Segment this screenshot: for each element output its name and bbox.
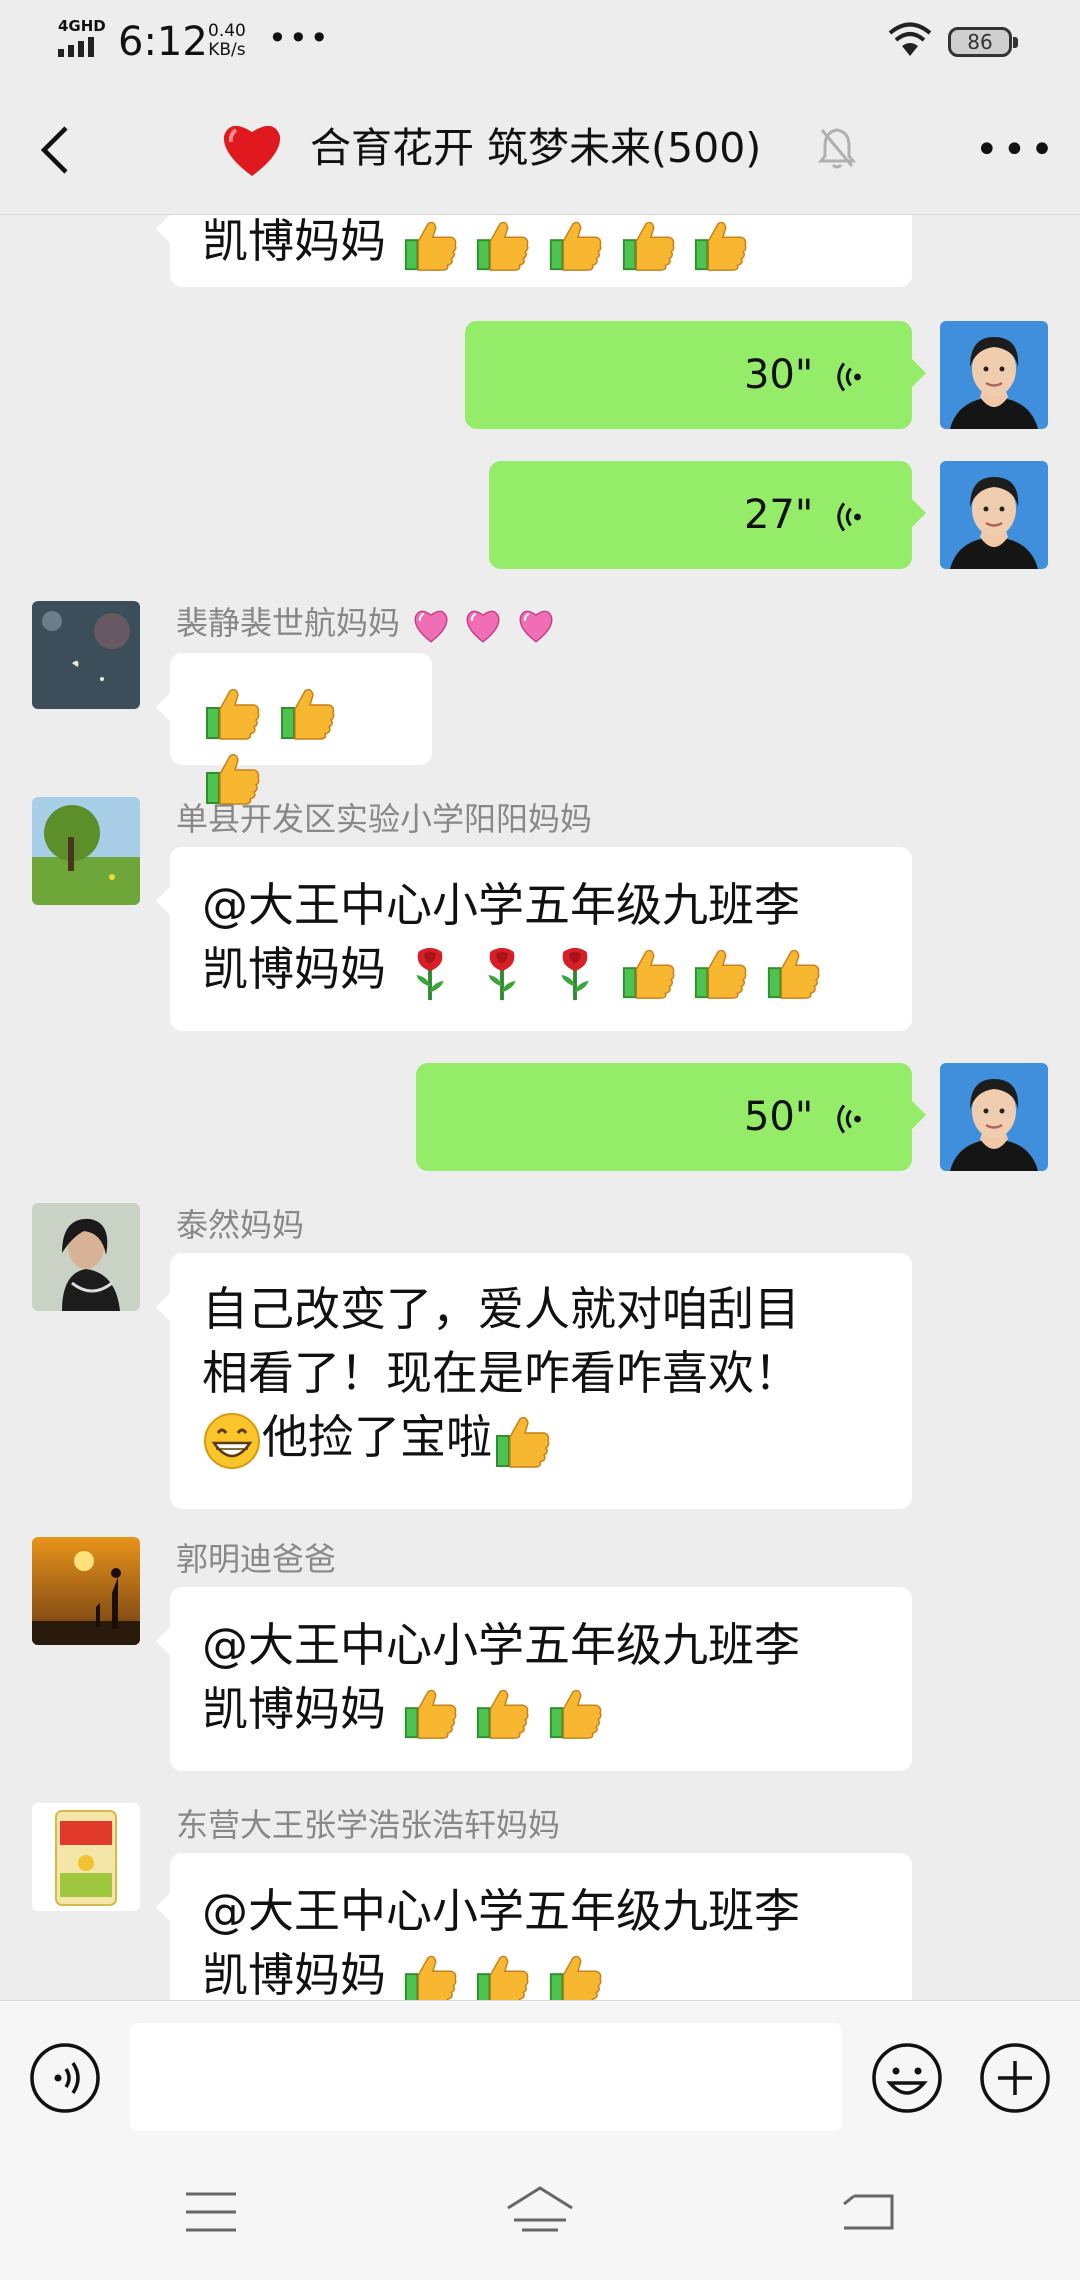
avatar[interactable] [32, 1803, 140, 1911]
heart-icon [223, 125, 281, 176]
thumbs-up-icon [546, 1684, 604, 1742]
voice-wave-icon [832, 1099, 866, 1139]
message-input[interactable] [130, 2023, 842, 2131]
message-text-line: @大王中心小学五年级九班李 [202, 878, 800, 932]
voice-message[interactable]: 50" [416, 1063, 926, 1171]
net-speed: 0.40 KB/s [208, 22, 246, 60]
chat-header: 合育花开 筑梦未来(500) ••• [0, 86, 1080, 215]
sparkling-heart-icon [462, 604, 504, 646]
heart-ribbon-icon [410, 604, 452, 646]
avatar[interactable] [32, 797, 140, 905]
sender-name: 裴静裴世航妈妈 [176, 603, 557, 646]
message-bubble[interactable]: @大王中心小学五年级九班李 凯博妈妈 [156, 847, 912, 1031]
thumbs-up-icon [546, 216, 604, 274]
avatar[interactable] [940, 321, 1048, 429]
net-speed-unit: KB/s [208, 40, 246, 60]
notification-dots: ••• [268, 19, 331, 57]
thumbs-up-icon [401, 1684, 459, 1742]
avatar[interactable] [32, 1537, 140, 1645]
thumbs-up-icon [691, 216, 749, 274]
message-text-line: 相看了！现在是咋看咋喜欢！ [202, 1346, 800, 1400]
thumbs-up-icon [277, 683, 337, 743]
avatar[interactable] [940, 1063, 1048, 1171]
sender-name: 东营大王张学浩张浩轩妈妈 [176, 1806, 561, 1844]
avatar[interactable] [940, 461, 1048, 569]
message-bubble[interactable]: @大王中心小学五年级九班李 凯博妈妈 [156, 1853, 912, 2000]
back-icon[interactable] [32, 122, 82, 178]
menu-icon[interactable] [184, 2190, 238, 2234]
voice-duration: 30" [743, 352, 814, 398]
message-bubble[interactable] [156, 653, 432, 765]
thumbs-up-icon [401, 1950, 459, 2001]
wifi-icon [888, 22, 932, 56]
sender-name: 单县开发区实验小学阳阳妈妈 [176, 800, 593, 838]
thumbs-up-icon [473, 1950, 531, 2001]
message-bubble[interactable]: @大王中心小学五年级九班李 凯博妈妈 [156, 1587, 912, 1771]
voice-wave-icon [832, 357, 866, 397]
thumbs-up-icon [546, 1950, 604, 2001]
input-bar [0, 2000, 1080, 2151]
rose-icon [401, 944, 459, 1002]
rose-icon [546, 944, 604, 1002]
mute-bell-icon [818, 128, 856, 169]
net-speed-value: 0.40 [208, 21, 246, 41]
thumbs-up-icon [473, 1684, 531, 1742]
back-nav-icon[interactable] [840, 2190, 896, 2234]
rose-icon [473, 944, 531, 1002]
thumbs-up-icon [619, 944, 677, 1002]
message-bubble[interactable]: 自己改变了，爱人就对咱刮目 相看了！现在是咋看咋喜欢！ 他捡了宝啦 [156, 1253, 912, 1509]
message-text-line: @大王中心小学五年级九班李 [202, 1884, 800, 1938]
thumbs-up-icon [492, 1411, 552, 1471]
sender-name: 郭明迪爸爸 [176, 1540, 337, 1578]
grin-icon [202, 1411, 262, 1471]
home-icon[interactable] [504, 2184, 576, 2234]
thumbs-up-icon [764, 944, 822, 1002]
chat-title: 合育花开 筑梦未来(500) [310, 124, 762, 172]
message-list[interactable]: 凯博妈妈 30" 27" 裴静裴世航妈妈 单县开发区实验小学阳阳妈妈 @大王中心… [0, 215, 1080, 2000]
emoji-icon[interactable] [870, 2041, 944, 2115]
network-type: 4GHD [58, 17, 106, 35]
voice-wave-icon [832, 497, 866, 537]
message-text-line: 凯博妈妈 [202, 1943, 880, 2000]
system-nav-bar [0, 2150, 1080, 2280]
clock: 6:12 [118, 19, 208, 65]
thumbs-up-icon [401, 216, 459, 274]
avatar[interactable] [32, 1203, 140, 1311]
message-text-line: 凯博妈妈 [202, 937, 880, 1002]
voice-duration: 50" [743, 1094, 814, 1140]
thumbs-up-icon [691, 944, 749, 1002]
status-bar: 4GHD 6:12 0.40 KB/s ••• 86 [0, 0, 1080, 86]
message-bubble[interactable]: 凯博妈妈 [156, 215, 912, 287]
voice-input-icon[interactable] [28, 2041, 102, 2115]
thumbs-up-icon [619, 216, 677, 274]
plus-icon[interactable] [978, 2041, 1052, 2115]
thumbs-up-icon [473, 216, 531, 274]
battery-indicator: 86 [948, 27, 1018, 57]
message-text-line: @大王中心小学五年级九班李 [202, 1618, 800, 1672]
sender-name: 泰然妈妈 [176, 1206, 305, 1244]
signal-icon [58, 37, 94, 57]
more-icon[interactable]: ••• [975, 130, 1058, 170]
two-hearts-icon [515, 604, 557, 646]
voice-message[interactable]: 30" [465, 321, 926, 429]
message-text: 凯博妈妈 [202, 215, 401, 268]
avatar[interactable] [32, 601, 140, 709]
voice-duration: 27" [743, 492, 814, 538]
voice-message[interactable]: 27" [489, 461, 926, 569]
thumbs-up-icon [202, 683, 262, 743]
message-text-line: 凯博妈妈 [202, 1677, 880, 1742]
message-text-line: 他捡了宝啦 [202, 1405, 880, 1471]
message-text-line: 自己改变了，爱人就对咱刮目 [202, 1282, 800, 1336]
